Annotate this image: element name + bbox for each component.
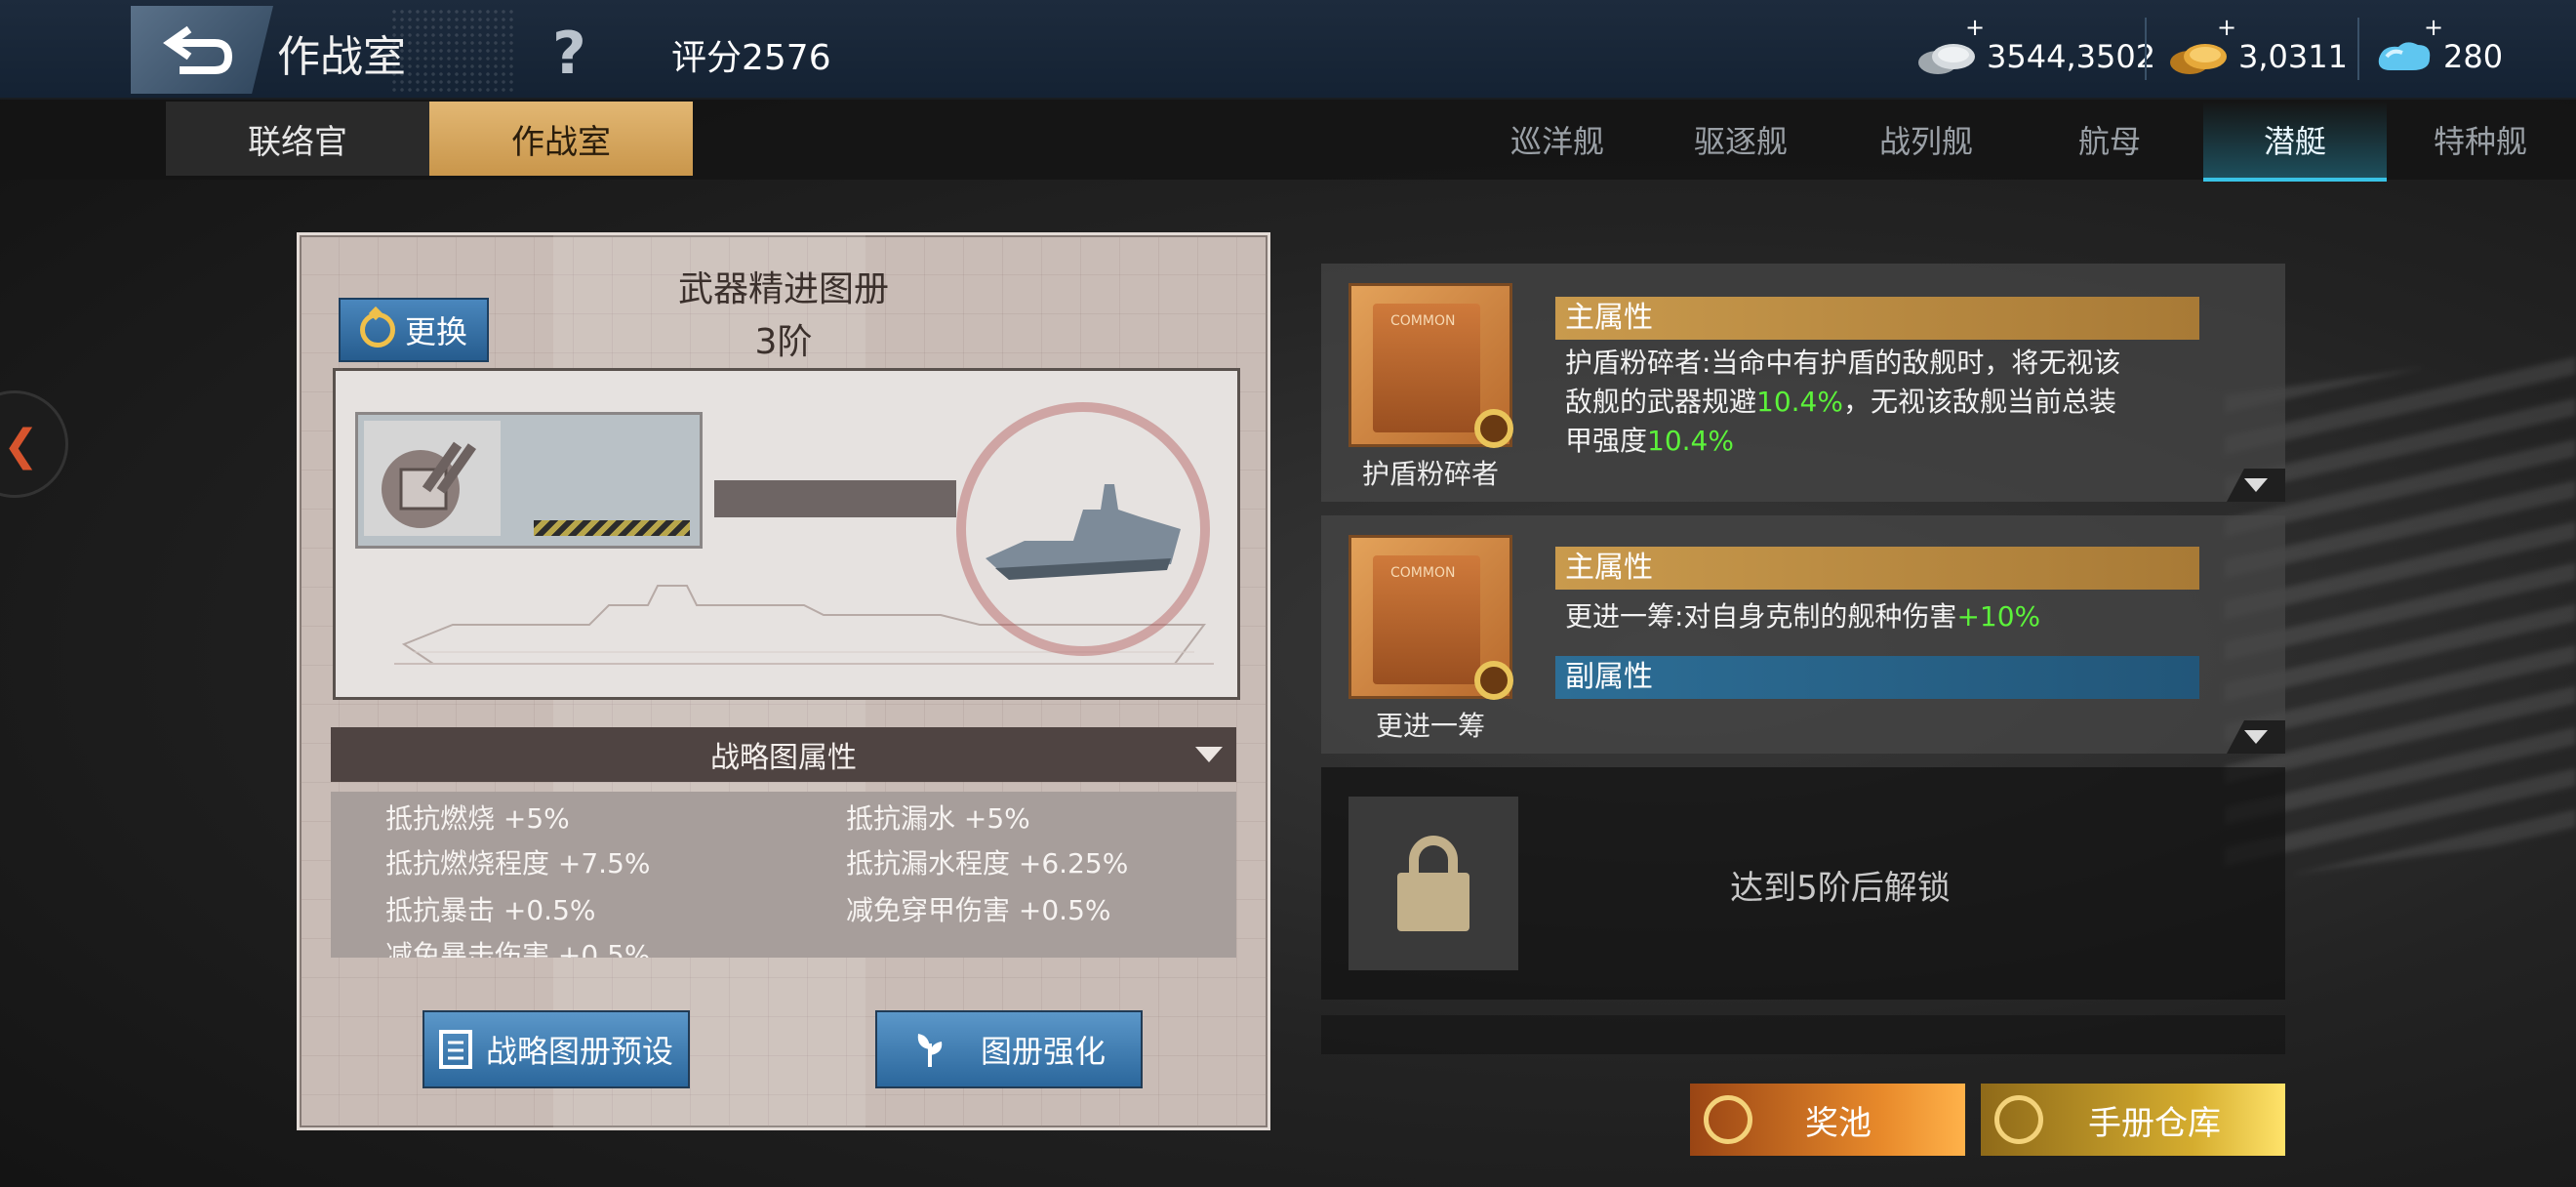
upgrade-arrow-bar — [714, 480, 956, 517]
warehouse-icon — [1994, 1095, 2043, 1144]
manual-name: 更进一筹 — [1375, 710, 1485, 742]
manual-book-icon[interactable]: COMMON — [1348, 535, 1513, 700]
tab-submarine[interactable]: 潜艇 — [2203, 102, 2387, 182]
ship-blueprint — [333, 368, 1240, 700]
attribute-dropdown[interactable]: 战略图属性 — [331, 727, 1236, 782]
expand-toggle[interactable] — [2227, 720, 2285, 754]
gold-value: 3,0311 — [2238, 38, 2348, 75]
manual-book-icon[interactable]: COMMON — [1348, 283, 1513, 448]
locked-slot: 达到5阶后解锁 — [1321, 767, 2285, 1000]
album-enhance-button[interactable]: 图册强化 — [875, 1010, 1143, 1088]
divider — [2357, 18, 2359, 80]
tab-destroyer[interactable]: 驱逐舰 — [1649, 102, 1832, 178]
turret-icon — [364, 421, 501, 536]
add-diamond-icon[interactable]: + — [2424, 14, 2443, 41]
chevron-down-icon — [1195, 747, 1223, 762]
attribute-item: 抵抗燃烧程度 +7.5% — [385, 847, 651, 880]
slot-strip — [1321, 1015, 2285, 1054]
enhance-label: 图册强化 — [980, 1033, 1106, 1070]
refresh-icon — [359, 312, 395, 348]
attribute-item: 抵抗漏水 +5% — [846, 802, 1030, 835]
tab-cruiser[interactable]: 巡洋舰 — [1466, 102, 1649, 178]
desc-line: 甲强度10.4% — [1565, 425, 1734, 457]
warship-icon — [986, 484, 1181, 580]
strategy-album-card: 武器精进图册 3阶 更换 战略图属性 抵抗燃烧 +5% 抵抗漏水 +5% 抵抗燃… — [297, 232, 1270, 1130]
diamond-currency[interactable]: + 280 — [2373, 14, 2504, 78]
sprout-icon — [917, 1034, 943, 1067]
back-button[interactable] — [131, 6, 273, 94]
target-ring — [956, 402, 1210, 656]
tab-carrier[interactable]: 航母 — [2018, 102, 2201, 178]
manual-slot-1[interactable]: COMMON 护盾粉碎者 主属性 护盾粉碎者:当命中有护盾的敌舰时，将无视该 敌… — [1321, 264, 2285, 502]
gold-coin-icon — [2170, 44, 2227, 74]
back-arrow-icon — [163, 25, 233, 74]
diamond-icon — [2378, 42, 2431, 70]
tab-liaison[interactable]: 联络官 — [166, 102, 429, 176]
add-silver-icon[interactable]: + — [1965, 14, 1985, 41]
refresh-icon[interactable] — [1474, 409, 1513, 448]
desc-line: 敌舰的武器规避10.4%，无视该敌舰当前总装 — [1565, 386, 2116, 418]
help-icon[interactable]: ? — [552, 20, 586, 88]
expand-toggle[interactable] — [2227, 469, 2285, 502]
value-highlight: +10% — [1956, 600, 2041, 633]
silver-currency[interactable]: + 3544,3502 — [1914, 14, 2156, 78]
attribute-item: 抵抗漏水程度 +6.25% — [846, 847, 1129, 880]
manual-name: 护盾粉碎者 — [1361, 458, 1499, 490]
gold-currency[interactable]: + 3,0311 — [2166, 14, 2348, 78]
divider — [2145, 18, 2147, 80]
pool-label: 奖池 — [1805, 1103, 1872, 1143]
tab-battleship[interactable]: 战列舰 — [1834, 102, 2018, 178]
weapon-thumbnail — [355, 412, 703, 549]
preset-label: 战略图册预设 — [485, 1033, 673, 1070]
chevron-down-icon — [2244, 478, 2268, 492]
attribute-item: 抵抗暴击 +0.5% — [385, 894, 596, 926]
value-highlight: 10.4% — [1756, 386, 1843, 418]
tab-operations-room[interactable]: 作战室 — [429, 102, 693, 176]
manual-description: 护盾粉碎者:当命中有护盾的敌舰时，将无视该 敌舰的武器规避10.4%，无视该敌舰… — [1565, 344, 2120, 461]
medal-icon — [1704, 1095, 1752, 1144]
sub-attribute-bar: 副属性 — [1555, 656, 2199, 699]
side-menu-icon[interactable]: ❮ — [0, 390, 68, 498]
album-preset-button[interactable]: 战略图册预设 — [423, 1010, 690, 1088]
manual-slot-2[interactable]: COMMON 更进一筹 主属性 更进一筹:对自身克制的舰种伤害+10% 副属性 — [1321, 515, 2285, 754]
swap-label: 更换 — [404, 313, 467, 350]
warehouse-label: 手册仓库 — [2088, 1103, 2221, 1143]
silver-coin-icon — [1918, 44, 1975, 74]
manual-description: 更进一筹:对自身克制的舰种伤害+10% — [1565, 600, 2041, 633]
attribute-item: 减免穿甲伤害 +0.5% — [846, 894, 1111, 926]
swap-button[interactable]: 更换 — [339, 298, 489, 362]
desc-line: 护盾粉碎者:当命中有护盾的敌舰时，将无视该 — [1565, 347, 2121, 379]
attribute-item: 抵抗燃烧 +5% — [385, 802, 570, 835]
refresh-icon[interactable] — [1474, 661, 1513, 700]
hazard-stripes — [534, 520, 690, 536]
unlock-hint: 达到5阶后解锁 — [1730, 869, 1951, 908]
score-label: 评分2576 — [671, 38, 831, 78]
page-title: 作战室 — [277, 32, 406, 82]
diamond-value: 280 — [2443, 38, 2504, 75]
manual-warehouse-button[interactable]: 手册仓库 — [1981, 1084, 2285, 1156]
silver-value: 3544,3502 — [1987, 38, 2156, 75]
tab-special[interactable]: 特种舰 — [2389, 102, 2572, 178]
attribute-item: 减免暴击伤害 +0.5% — [385, 939, 651, 958]
add-gold-icon[interactable]: + — [2217, 14, 2236, 41]
value-highlight: 10.4% — [1647, 425, 1734, 457]
main-attribute-bar: 主属性 — [1555, 547, 2199, 590]
document-icon — [438, 1030, 472, 1069]
main-attribute-bar: 主属性 — [1555, 297, 2199, 340]
attribute-list[interactable]: 抵抗燃烧 +5% 抵抗漏水 +5% 抵抗燃烧程度 +7.5% 抵抗漏水程度 +6… — [331, 792, 1236, 958]
top-bar: 作战室 ? 评分2576 + 3544,3502 + 3,0311 + 280 — [0, 0, 2576, 100]
header-pattern — [390, 8, 517, 92]
attribute-header-label: 战略图属性 — [710, 741, 857, 775]
prize-pool-button[interactable]: 奖池 — [1690, 1084, 1965, 1156]
chevron-down-icon — [2244, 730, 2268, 744]
